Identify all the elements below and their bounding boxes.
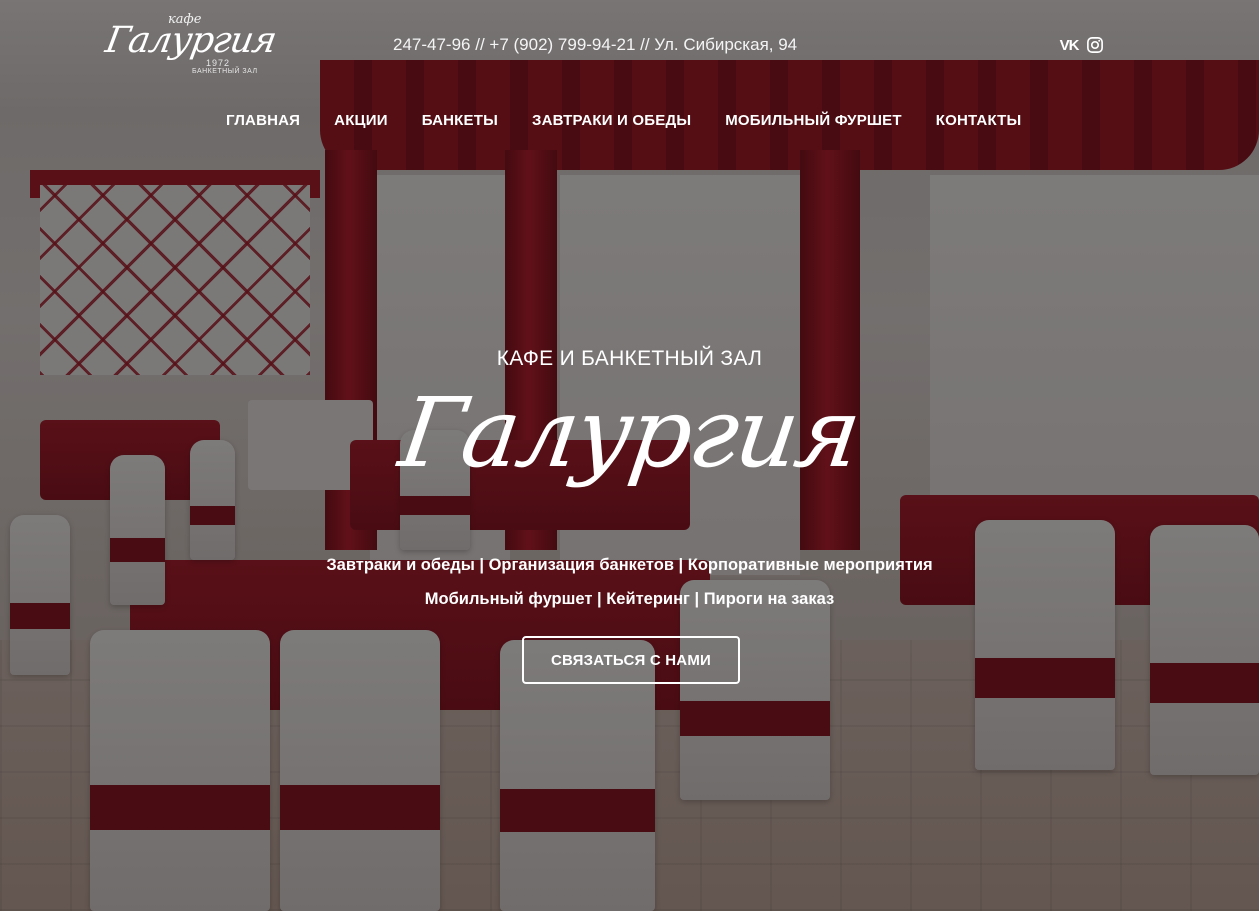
main-nav: ГЛАВНАЯ АКЦИИ БАНКЕТЫ ЗАВТРАКИ И ОБЕДЫ М… — [226, 112, 1021, 129]
nav-item-breakfasts-lunches[interactable]: ЗАВТРАКИ И ОБЕДЫ — [532, 112, 691, 129]
nav-item-promotions[interactable]: АКЦИИ — [334, 112, 388, 129]
logo-year: 1972 — [206, 58, 231, 68]
nav-item-contacts[interactable]: КОНТАКТЫ — [936, 112, 1022, 129]
contact-us-button[interactable]: СВЯЗАТЬСЯ С НАМИ — [522, 636, 740, 684]
nav-item-home[interactable]: ГЛАВНАЯ — [226, 112, 300, 129]
social-links: VK — [1058, 36, 1104, 54]
instagram-icon[interactable] — [1086, 36, 1104, 54]
header-contacts: 247-47-96 // +7 (902) 799-94-21 // Ул. С… — [393, 35, 798, 54]
hero-services-line-2: Мобильный фуршет | Кейтеринг | Пироги на… — [424, 590, 835, 608]
vk-icon[interactable]: VK — [1058, 37, 1080, 54]
logo-subtitle: БАНКЕТНЫЙ ЗАЛ — [192, 68, 258, 75]
hero-kicker: КАФЕ И БАНКЕТНЫЙ ЗАЛ — [496, 347, 763, 370]
hero-title: Галургия — [393, 377, 866, 489]
site-logo[interactable]: кафе Галургия 1972 БАНКЕТНЫЙ ЗАЛ — [102, 10, 279, 84]
nav-item-mobile-buffet[interactable]: МОБИЛЬНЫЙ ФУРШЕТ — [725, 112, 902, 129]
nav-item-banquets[interactable]: БАНКЕТЫ — [422, 112, 498, 129]
logo-wordmark: Галургия — [102, 20, 279, 61]
hero-services-line-1: Завтраки и обеды | Организация банкетов … — [326, 556, 933, 574]
